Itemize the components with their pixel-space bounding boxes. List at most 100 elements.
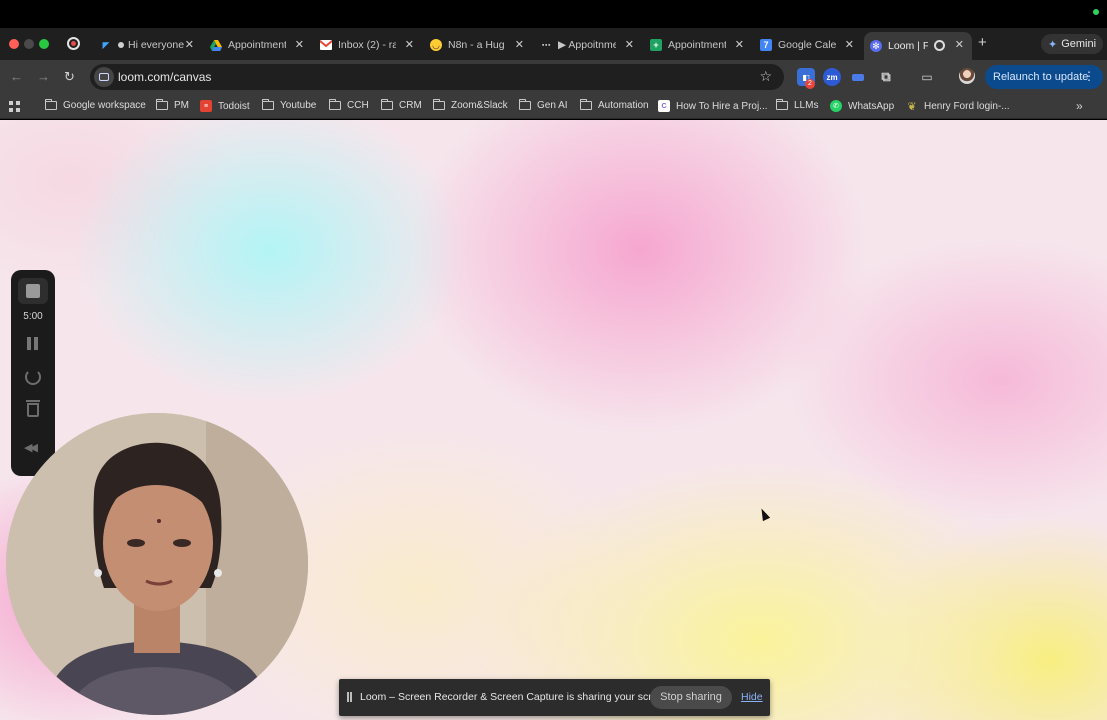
bookmark-label: How To Hire a Proj...: [676, 100, 768, 112]
bookmark-label: Henry Ford login-...: [924, 100, 1010, 112]
minimize-window-button[interactable]: [24, 39, 34, 49]
bookmark-label: Todoist: [218, 100, 250, 112]
stop-sharing-button[interactable]: Stop sharing: [650, 686, 732, 709]
folder-icon: [328, 99, 341, 110]
gmail-icon: [320, 39, 332, 51]
tab-vscode[interactable]: ◤ Hi everyone ✕: [94, 32, 202, 58]
bookmark-label: Automation: [598, 100, 649, 111]
tab-strip: ◤ Hi everyone ✕ Appointment ✕ Inbox (2) …: [0, 28, 1107, 60]
screen-sharing-bar: Loom – Screen Recorder & Screen Capture …: [339, 679, 770, 716]
collapse-icon[interactable]: ◀◀: [24, 441, 38, 454]
forward-icon[interactable]: →: [37, 69, 50, 84]
hugging-face-icon: ◡: [430, 39, 442, 51]
tab-calendar[interactable]: 7 Google Calen ✕: [754, 32, 862, 58]
bookmark-label: Youtube: [280, 100, 317, 111]
todoist-icon: ≡: [200, 100, 212, 112]
restart-icon[interactable]: [25, 369, 41, 385]
gemini-button[interactable]: ✦ Gemini: [1041, 34, 1103, 54]
bookmark-label: CCH: [347, 100, 369, 111]
profile-avatar[interactable]: [959, 68, 975, 84]
screen: ◤ Hi everyone ✕ Appointment ✕ Inbox (2) …: [0, 0, 1107, 720]
screen-extension-icon[interactable]: [849, 68, 867, 86]
relaunch-button[interactable]: Relaunch to update ⋮: [985, 65, 1103, 89]
bookmark-henry-ford[interactable]: ❦ Henry Ford login-...: [906, 100, 1010, 113]
tab-sheets[interactable]: + Appointment ✕: [644, 32, 752, 58]
google-sheets-icon: +: [650, 39, 662, 51]
sharing-message: Loom – Screen Recorder & Screen Capture …: [360, 691, 673, 703]
close-tab-icon[interactable]: ✕: [735, 38, 744, 51]
browser-toolbar: ← → ↻ loom.com/canvas ☆ ◧ zm ⧉ ▭: [0, 60, 1107, 94]
bookmark-star-icon[interactable]: ☆: [759, 68, 772, 85]
apps-grid-icon[interactable]: [9, 101, 20, 112]
tab-loom[interactable]: ✻ Loom | Fr ✕: [864, 32, 972, 60]
fullscreen-window-button[interactable]: [39, 39, 49, 49]
hide-link[interactable]: Hide: [741, 691, 763, 703]
camera-bubble[interactable]: [6, 413, 308, 715]
folder-icon: [432, 99, 445, 110]
loom-control-rail: 5:00 ◀◀: [11, 270, 55, 476]
bookmark-label: PM: [174, 100, 189, 111]
folder-icon: [44, 99, 57, 110]
tab-n8n[interactable]: ◡ N8n - a Hug ✕: [424, 32, 532, 58]
close-tab-icon[interactable]: ✕: [955, 38, 964, 51]
tab-appointment-workflow[interactable]: ⋯ ▶ Appoitnme ✕: [534, 32, 642, 58]
vscode-icon: ◤: [102, 39, 110, 50]
more-menu-icon[interactable]: ⋮: [1083, 69, 1095, 83]
extension-badge: 2: [805, 79, 815, 89]
tab-title: Appointment: [668, 39, 726, 51]
google-calendar-icon: 7: [760, 39, 772, 51]
bookmark-gen-ai[interactable]: Gen AI: [518, 99, 568, 111]
close-tab-icon[interactable]: ✕: [515, 38, 524, 51]
bookmark-how-to-hire[interactable]: C How To Hire a Proj...: [658, 100, 768, 112]
unsaved-dot-icon: [118, 42, 124, 48]
webcam-person-image: [6, 413, 308, 715]
bookmark-pm[interactable]: PM: [155, 99, 189, 111]
bookmark-whatsapp[interactable]: ✆ WhatsApp: [830, 100, 894, 112]
bookmark-cch[interactable]: CCH: [328, 99, 369, 111]
stop-recording-button[interactable]: [18, 278, 48, 304]
pause-icon[interactable]: [27, 337, 39, 350]
tab-title: ▶ Appoitnme: [558, 39, 616, 51]
site-info-icon[interactable]: [94, 67, 114, 87]
trash-icon[interactable]: [26, 400, 40, 417]
back-icon[interactable]: ←: [10, 69, 23, 84]
folder-icon: [579, 99, 592, 110]
bookmark-label: WhatsApp: [848, 100, 895, 112]
bookmark-zoom-slack[interactable]: Zoom&Slack: [432, 99, 508, 111]
close-tab-icon[interactable]: ✕: [405, 38, 414, 51]
tab-gmail[interactable]: Inbox (2) - ra ✕: [314, 32, 422, 58]
close-tab-icon[interactable]: ✕: [625, 38, 634, 51]
url-text[interactable]: loom.com/canvas: [118, 70, 211, 84]
bookmark-automation[interactable]: Automation: [579, 99, 649, 111]
extensions-puzzle-icon[interactable]: ⧉: [877, 68, 895, 86]
gemini-icon: ✦: [1048, 38, 1058, 51]
recording-tab-icon[interactable]: [67, 37, 80, 50]
zoom-extension-icon[interactable]: zm: [823, 68, 841, 86]
cast-icon[interactable]: ▭: [918, 68, 936, 86]
close-tab-icon[interactable]: ✕: [295, 38, 304, 51]
more-bookmarks-icon[interactable]: »: [1076, 99, 1083, 113]
bookmark-label: LLMs: [794, 100, 819, 111]
address-bar[interactable]: loom.com/canvas ☆: [90, 64, 784, 90]
new-tab-button[interactable]: +: [978, 34, 987, 51]
close-window-button[interactable]: [9, 39, 19, 49]
bookmark-llms[interactable]: LLMs: [775, 99, 819, 111]
drag-handle-icon[interactable]: [347, 692, 352, 702]
bookmark-label: Gen AI: [537, 100, 568, 111]
n8n-icon: ⋯: [541, 39, 551, 50]
close-tab-icon[interactable]: ✕: [845, 38, 854, 51]
clickup-icon: C: [658, 100, 670, 112]
folder-icon: [155, 99, 168, 110]
tab-drive[interactable]: Appointment ✕: [204, 32, 312, 58]
google-drive-icon: [210, 39, 222, 51]
whatsapp-icon: ✆: [830, 100, 842, 112]
bookmark-label: Google workspace: [63, 100, 146, 111]
bookmark-crm[interactable]: CRM: [380, 99, 422, 111]
bookmark-todoist[interactable]: ≡ Todoist: [200, 100, 250, 112]
close-tab-icon[interactable]: ✕: [185, 38, 194, 51]
tab-title: Hi everyone: [128, 39, 185, 51]
recording-indicator-icon: [934, 40, 945, 51]
bookmark-google-workspace[interactable]: Google workspace: [44, 99, 146, 111]
bookmark-youtube[interactable]: Youtube: [261, 99, 317, 111]
reload-icon[interactable]: ↻: [64, 69, 75, 85]
